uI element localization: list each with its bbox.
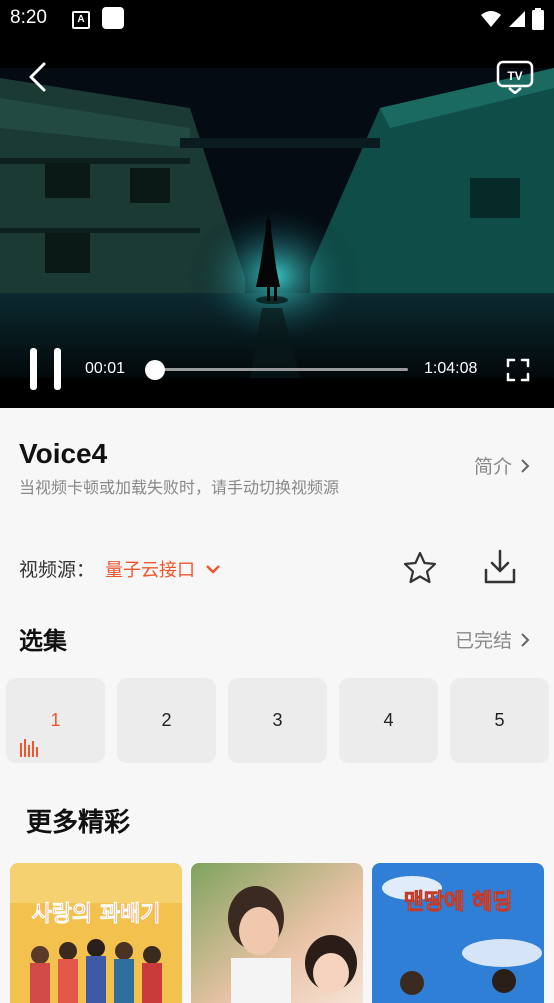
- status-time: 8:20: [10, 7, 47, 28]
- pause-icon: [30, 348, 37, 390]
- total-time: 1:04:08: [424, 360, 478, 377]
- more-title: 更多精彩: [26, 808, 131, 838]
- source-label: 视频源：: [19, 559, 96, 581]
- source-selector[interactable]: 量子云接口: [105, 556, 221, 582]
- seek-bar[interactable]: [150, 368, 408, 371]
- notification-square-icon: [102, 7, 124, 29]
- pause-button[interactable]: [28, 348, 64, 390]
- poster-title: 맨땅에 헤딩: [404, 890, 513, 915]
- poster-image: [191, 863, 363, 1003]
- poster-title: 사랑의 꽈배기: [31, 902, 160, 927]
- episode-item[interactable]: 2: [117, 678, 216, 763]
- recommendation-list: 사랑의 꽈배기 맨땅에 헤딩: [10, 863, 544, 1003]
- tv-cast-button[interactable]: TV: [496, 60, 534, 95]
- intro-label: 简介: [473, 456, 512, 478]
- video-frame: [0, 68, 554, 378]
- battery-icon: [532, 8, 544, 30]
- poster-image: 맨땅에 헤딩: [372, 863, 544, 1003]
- chevron-right-icon: [521, 632, 530, 647]
- star-icon[interactable]: [402, 550, 438, 586]
- status-right-icons: [480, 8, 544, 30]
- tv-cast-icon: TV: [496, 60, 534, 95]
- episode-number: 3: [272, 710, 283, 730]
- seek-thumb[interactable]: [145, 360, 165, 380]
- fullscreen-icon[interactable]: [506, 358, 530, 382]
- episodes-status-button[interactable]: 已完结: [455, 626, 530, 653]
- signal-icon: [509, 11, 525, 27]
- source-hint: 当视频卡顿或加载失败时，请手动切换视频源: [19, 478, 340, 497]
- poster-card[interactable]: [191, 863, 363, 1003]
- episode-list: 1 2 3 4 5: [6, 678, 549, 763]
- status-bar: 8:20 A: [0, 0, 554, 38]
- episode-item[interactable]: 1: [6, 678, 105, 763]
- details-panel: Voice4 简介 当视频卡顿或加载失败时，请手动切换视频源 视频源： 量子云接…: [0, 408, 554, 1003]
- episodes-status: 已完结: [454, 630, 512, 652]
- episode-item[interactable]: 4: [339, 678, 438, 763]
- poster-image: 사랑의 꽈배기: [10, 863, 182, 1003]
- poster-card[interactable]: 맨땅에 헤딩: [372, 863, 544, 1003]
- tv-cast-label: TV: [507, 69, 522, 83]
- episode-number: 2: [161, 710, 172, 730]
- intro-button[interactable]: 简介: [474, 452, 530, 479]
- episode-number: 4: [383, 710, 394, 730]
- chevron-right-icon: [521, 458, 530, 473]
- chevron-down-icon: [206, 565, 220, 574]
- source-value: 量子云接口: [105, 560, 195, 581]
- back-arrow-icon[interactable]: [22, 60, 56, 94]
- episode-number: 5: [494, 710, 505, 730]
- video-player[interactable]: TV 00:01 1:04:08: [0, 38, 554, 408]
- show-title: Voice4: [19, 438, 108, 469]
- download-icon[interactable]: [482, 548, 518, 586]
- pause-icon: [54, 348, 61, 390]
- wifi-icon: [481, 11, 501, 27]
- episode-item[interactable]: 5: [450, 678, 549, 763]
- poster-card[interactable]: 사랑의 꽈배기: [10, 863, 182, 1003]
- playing-bars-icon: [20, 739, 38, 757]
- current-time: 00:01: [85, 360, 126, 377]
- episode-item[interactable]: 3: [228, 678, 327, 763]
- episodes-title: 选集: [19, 627, 67, 655]
- notification-icon: A: [72, 11, 90, 29]
- episode-number: 1: [50, 710, 61, 730]
